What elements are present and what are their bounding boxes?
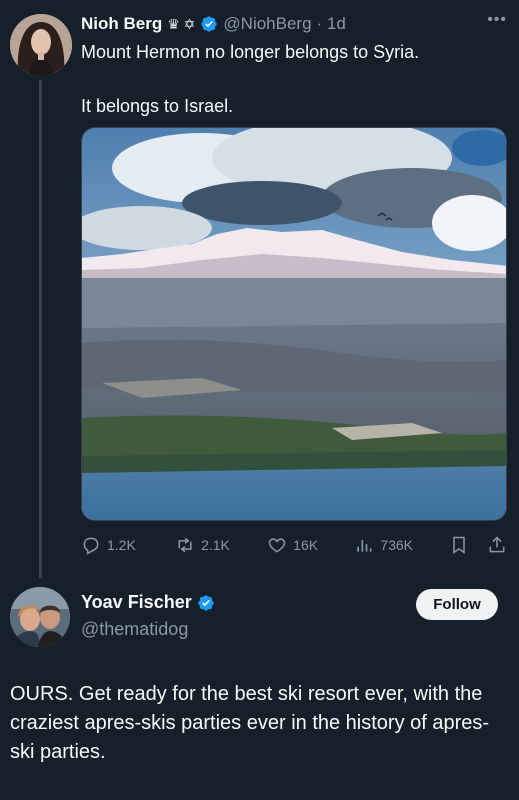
repost-button[interactable]: 2.1K <box>175 535 267 555</box>
tweet-header: Nioh Berg ♛ ✡ @NiohBerg · 1d <box>81 13 346 35</box>
avatar[interactable] <box>10 14 72 76</box>
reply-avatar-photo <box>10 587 70 647</box>
repost-icon <box>178 537 192 553</box>
tweet-thread: Nioh Berg ♛ ✡ @NiohBerg · 1d ••• Mount H… <box>0 0 519 800</box>
tweet-text-line-2: It belongs to Israel. <box>81 96 234 116</box>
share-icon <box>489 536 505 553</box>
tweet-time[interactable]: · 1d <box>317 14 346 34</box>
reply-author-name[interactable]: Yoav Fischer <box>81 592 192 613</box>
heart-icon <box>268 538 286 553</box>
thread-connector-line <box>39 80 42 578</box>
like-count: 16K <box>293 537 319 553</box>
reply-author-handle[interactable]: @thematidog <box>81 619 188 640</box>
views-chart-icon <box>357 540 372 552</box>
like-button[interactable]: 16K <box>267 535 354 555</box>
author-name[interactable]: Nioh Berg <box>81 14 162 34</box>
bookmark-icon <box>453 536 466 554</box>
reply-button[interactable]: 1.2K <box>81 535 175 555</box>
views-button[interactable]: 736K <box>354 535 449 555</box>
repost-count: 2.1K <box>201 537 230 553</box>
reply-text: OURS. Get ready for the best ski resort … <box>10 683 490 763</box>
reply-icon <box>83 537 99 555</box>
author-handle[interactable]: @NiohBerg <box>223 14 311 34</box>
original-tweet[interactable]: Nioh Berg ♛ ✡ @NiohBerg · 1d ••• Mount H… <box>0 0 519 578</box>
avatar-photo <box>10 14 72 76</box>
tweet-text-line-1: Mount Hermon no longer belongs to Syria. <box>81 42 420 62</box>
name-emojis: ♛ ✡ <box>167 15 196 32</box>
share-button[interactable] <box>487 535 507 555</box>
tweet-actions: 1.2K 2.1K 16K 736K <box>81 532 507 558</box>
reply-author-header: Yoav Fischer <box>81 592 215 613</box>
bookmark-button[interactable] <box>449 535 487 555</box>
tweet-text: Mount Hermon no longer belongs to Syria.… <box>81 40 501 119</box>
reply-count: 1.2K <box>107 537 136 553</box>
follow-button[interactable]: Follow <box>416 589 498 620</box>
verified-badge-icon[interactable] <box>200 15 218 33</box>
more-options-icon[interactable]: ••• <box>487 12 507 28</box>
view-count: 736K <box>380 537 414 553</box>
verified-badge-icon[interactable] <box>197 594 215 612</box>
mount-hermon-photo <box>82 128 506 520</box>
tweet-image[interactable] <box>81 127 507 521</box>
reply-avatar[interactable] <box>10 587 70 647</box>
